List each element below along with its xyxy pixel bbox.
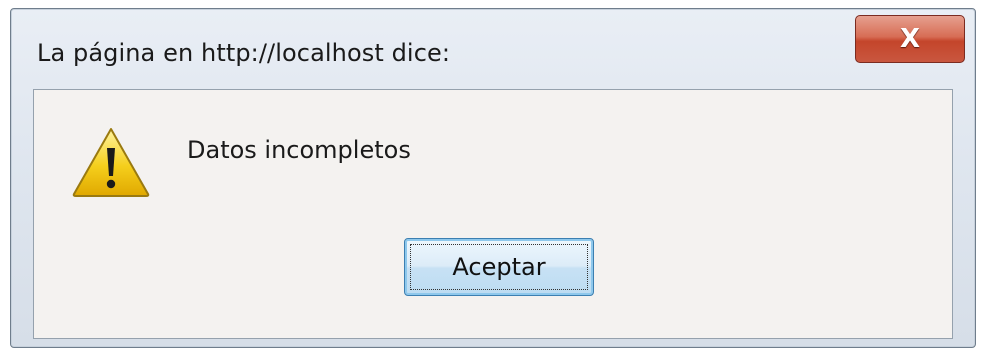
ok-button-label: Aceptar bbox=[452, 253, 546, 281]
dialog-title: La página en http://localhost dice: bbox=[37, 39, 451, 67]
close-icon: X bbox=[899, 24, 921, 54]
screen: La página en http://localhost dice: X Da bbox=[0, 0, 982, 353]
dialog-content: Datos incompletos Aceptar bbox=[33, 89, 953, 339]
alert-message: Datos incompletos bbox=[187, 136, 411, 164]
ok-button[interactable]: Aceptar bbox=[404, 238, 594, 296]
alert-dialog: La página en http://localhost dice: X Da bbox=[10, 8, 976, 348]
title-bar[interactable]: La página en http://localhost dice: X bbox=[11, 9, 975, 87]
close-button[interactable]: X bbox=[855, 15, 965, 63]
warning-icon bbox=[72, 128, 150, 197]
